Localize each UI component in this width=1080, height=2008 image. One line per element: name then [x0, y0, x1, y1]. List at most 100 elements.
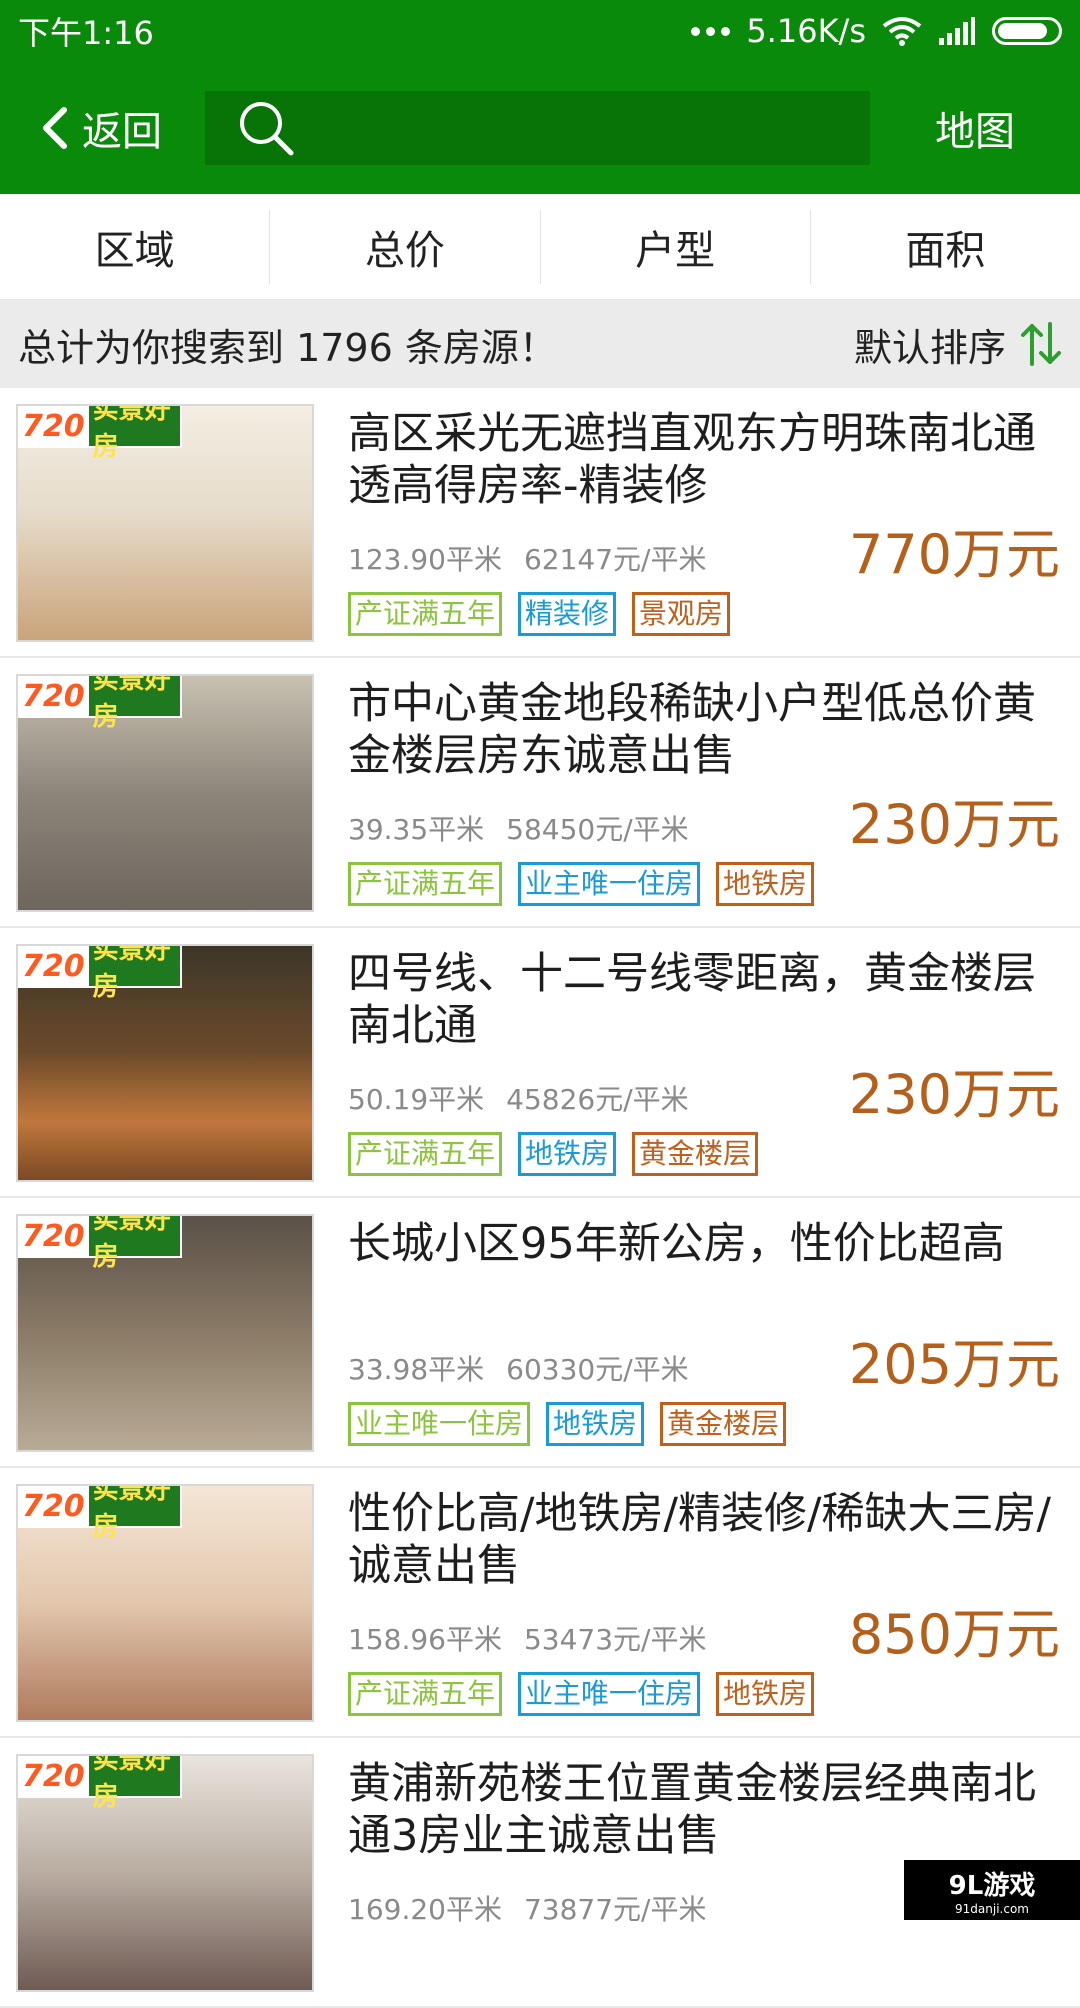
- feature-tag: 黄金楼层: [660, 1402, 786, 1446]
- 720-badge: 720 实景好房: [18, 406, 182, 448]
- badge-number: 720: [18, 946, 89, 986]
- status-time: 下午1:16: [18, 8, 154, 54]
- watermark: 9L游戏 91danji.com: [904, 1860, 1080, 1920]
- badge-text: 实景好房: [89, 1484, 180, 1543]
- feature-tag: 地铁房: [546, 1402, 644, 1446]
- back-label: 返回: [82, 99, 162, 157]
- listing-price: 850万元: [849, 1590, 1060, 1669]
- listing-unit-price: 60330元/平米: [506, 1353, 689, 1386]
- listing-meta: 158.96平米 53473元/平米: [348, 1618, 707, 1658]
- listing-area: 39.35平米: [348, 813, 484, 846]
- badge-number: 720: [18, 1486, 89, 1526]
- listing-title: 性价比高/地铁房/精装修/稀缺大三房/诚意出售: [348, 1488, 1058, 1592]
- listing-list: 720 实景好房 高区采光无遮挡直观东方明珠南北通透高得房率-精装修 123.9…: [0, 388, 1080, 2008]
- 720-badge: 720 实景好房: [18, 946, 182, 988]
- 720-badge: 720 实景好房: [18, 1756, 182, 1798]
- listing-photo: 720 实景好房: [16, 944, 314, 1182]
- badge-number: 720: [18, 1756, 89, 1796]
- listing-photo: 720 实景好房: [16, 1754, 314, 1992]
- badge-text: 实景好房: [89, 1214, 180, 1273]
- listing-meta: 39.35平米 58450元/平米: [348, 808, 689, 848]
- listing-tags: 产证满五年业主唯一住房地铁房: [348, 862, 814, 906]
- listing-title: 市中心黄金地段稀缺小户型低总价黄金楼层房东诚意出售: [348, 678, 1058, 782]
- filter-total-price[interactable]: 总价: [270, 210, 540, 284]
- list-item[interactable]: 720 实景好房 长城小区95年新公房，性价比超高 33.98平米 60330元/…: [0, 1198, 1080, 1468]
- listing-tags: 产证满五年精装修景观房: [348, 592, 730, 636]
- listing-title: 黄浦新苑楼王位置黄金楼层经典南北通3房业主诚意出售: [348, 1758, 1058, 1862]
- signal-icon: [938, 16, 976, 46]
- filter-region[interactable]: 区域: [0, 210, 270, 284]
- listing-price: 205万元: [849, 1320, 1060, 1399]
- watermark-brand: 9L游戏: [949, 1865, 1036, 1902]
- chevron-left-icon: [40, 106, 68, 150]
- watermark-url: 91danji.com: [955, 1902, 1029, 1916]
- feature-tag: 地铁房: [518, 1132, 616, 1176]
- battery-fill: [998, 23, 1047, 39]
- listing-unit-price: 58450元/平米: [506, 813, 689, 846]
- badge-text: 实景好房: [89, 1754, 180, 1813]
- filter-bar: 区域 总价 户型 面积: [0, 194, 1080, 300]
- listing-unit-price: 53473元/平米: [524, 1623, 707, 1656]
- more-dots-icon: [691, 27, 730, 36]
- list-item[interactable]: 720 实景好房 性价比高/地铁房/精装修/稀缺大三房/诚意出售 158.96平…: [0, 1468, 1080, 1738]
- listing-title: 长城小区95年新公房，性价比超高: [348, 1218, 1058, 1270]
- search-box[interactable]: [205, 91, 870, 165]
- listing-meta: 123.90平米 62147元/平米: [348, 538, 707, 578]
- badge-text: 实景好房: [89, 404, 180, 463]
- listing-price: 230万元: [849, 780, 1060, 859]
- listing-area: 123.90平米: [348, 543, 502, 576]
- listing-area: 169.20平米: [348, 1893, 502, 1926]
- badge-number: 720: [18, 1216, 89, 1256]
- listing-photo: 720 实景好房: [16, 1214, 314, 1452]
- result-count-text: 总计为你搜索到 1796 条房源！: [18, 317, 557, 372]
- feature-tag: 业主唯一住房: [348, 1402, 530, 1446]
- listing-unit-price: 45826元/平米: [506, 1083, 689, 1116]
- status-icons: 5.16K/s: [691, 12, 1062, 50]
- sort-arrows-icon: [1020, 322, 1062, 366]
- map-button[interactable]: 地图: [870, 99, 1080, 157]
- network-speed: 5.16K/s: [746, 12, 866, 50]
- listing-area: 33.98平米: [348, 1353, 484, 1386]
- sort-button[interactable]: 默认排序: [854, 317, 1062, 372]
- listing-photo: 720 实景好房: [16, 404, 314, 642]
- summary-bar: 总计为你搜索到 1796 条房源！ 默认排序: [0, 300, 1080, 388]
- back-button[interactable]: 返回: [0, 62, 205, 194]
- listing-unit-price: 73877元/平米: [524, 1893, 707, 1926]
- wifi-icon: [882, 16, 922, 46]
- filter-area[interactable]: 面积: [811, 210, 1080, 284]
- filter-layout[interactable]: 户型: [541, 210, 811, 284]
- listing-tags: 业主唯一住房地铁房黄金楼层: [348, 1402, 786, 1446]
- listing-area: 158.96平米: [348, 1623, 502, 1656]
- top-nav: 返回 地图: [0, 62, 1080, 194]
- listing-title: 四号线、十二号线零距离，黄金楼层南北通: [348, 948, 1058, 1052]
- 720-badge: 720 实景好房: [18, 1216, 182, 1258]
- listing-photo: 720 实景好房: [16, 1484, 314, 1722]
- listing-price: 770万元: [849, 510, 1060, 589]
- listing-title: 高区采光无遮挡直观东方明珠南北通透高得房率-精装修: [348, 408, 1058, 512]
- list-item[interactable]: 720 实景好房 市中心黄金地段稀缺小户型低总价黄金楼层房东诚意出售 39.35…: [0, 658, 1080, 928]
- status-bar: 下午1:16 5.16K/s: [0, 0, 1080, 62]
- listing-tags: 产证满五年地铁房黄金楼层: [348, 1132, 758, 1176]
- listing-tags: 产证满五年业主唯一住房地铁房: [348, 1672, 814, 1716]
- search-icon: [237, 99, 295, 157]
- battery-icon: [992, 17, 1062, 45]
- listing-price: 230万元: [849, 1050, 1060, 1129]
- list-item[interactable]: 720 实景好房 高区采光无遮挡直观东方明珠南北通透高得房率-精装修 123.9…: [0, 388, 1080, 658]
- feature-tag: 黄金楼层: [632, 1132, 758, 1176]
- list-item[interactable]: 720 实景好房 四号线、十二号线零距离，黄金楼层南北通 50.19平米 4582…: [0, 928, 1080, 1198]
- listing-unit-price: 62147元/平米: [524, 543, 707, 576]
- listing-area: 50.19平米: [348, 1083, 484, 1116]
- feature-tag: 产证满五年: [348, 862, 502, 906]
- badge-text: 实景好房: [89, 944, 180, 1003]
- feature-tag: 产证满五年: [348, 592, 502, 636]
- 720-badge: 720 实景好房: [18, 676, 182, 718]
- badge-number: 720: [18, 676, 89, 716]
- feature-tag: 精装修: [518, 592, 616, 636]
- search-input[interactable]: [313, 107, 833, 150]
- feature-tag: 业主唯一住房: [518, 1672, 700, 1716]
- feature-tag: 业主唯一住房: [518, 862, 700, 906]
- badge-number: 720: [18, 406, 89, 446]
- feature-tag: 产证满五年: [348, 1132, 502, 1176]
- listing-meta: 33.98平米 60330元/平米: [348, 1348, 689, 1388]
- sort-label: 默认排序: [854, 317, 1006, 372]
